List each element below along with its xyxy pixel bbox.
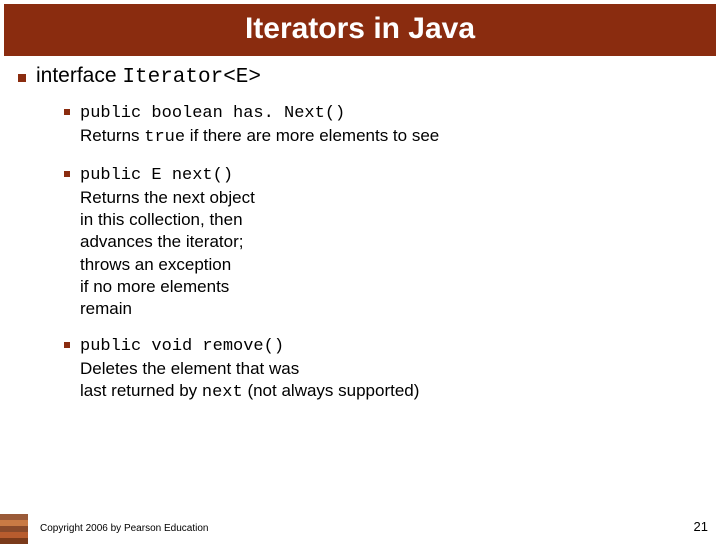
method-desc-post: (not always supported) — [243, 381, 420, 400]
method-block: public E next() Returns the next object … — [80, 163, 255, 320]
method-desc-code: next — [202, 383, 243, 402]
list-item: public E next() Returns the next object … — [64, 163, 720, 320]
bullet-icon — [64, 109, 70, 115]
books-icon — [0, 510, 32, 544]
list-item: public void remove() Deletes the element… — [64, 334, 720, 404]
method-block: public void remove() Deletes the element… — [80, 334, 419, 404]
main-bullet: interface Iterator<E> — [18, 64, 720, 89]
bullet-icon — [64, 342, 70, 348]
method-signature: public E next() — [80, 166, 233, 185]
method-desc-pre: Returns — [80, 126, 144, 145]
copyright-text: Copyright 2006 by Pearson Education — [40, 523, 208, 534]
method-signature: public void remove() — [80, 337, 284, 356]
method-block: public boolean has. Next() Returns true … — [80, 101, 439, 149]
bullet-icon — [64, 171, 70, 177]
interface-name: Iterator<E> — [122, 66, 261, 89]
method-list: public boolean has. Next() Returns true … — [18, 95, 720, 404]
method-signature: public boolean has. Next() — [80, 104, 345, 123]
method-desc-post: if there are more elements to see — [185, 126, 439, 145]
method-desc-pre: Returns the next object in this collecti… — [80, 188, 255, 317]
list-item: public boolean has. Next() Returns true … — [64, 101, 720, 149]
method-desc-code: true — [144, 128, 185, 147]
slide-content: interface Iterator<E> public boolean has… — [0, 56, 720, 404]
page-number: 21 — [694, 519, 708, 534]
bullet-icon — [18, 74, 26, 82]
interface-prefix: interface — [36, 64, 122, 87]
interface-line: interface Iterator<E> — [36, 64, 261, 89]
slide-title: Iterators in Java — [4, 4, 716, 56]
